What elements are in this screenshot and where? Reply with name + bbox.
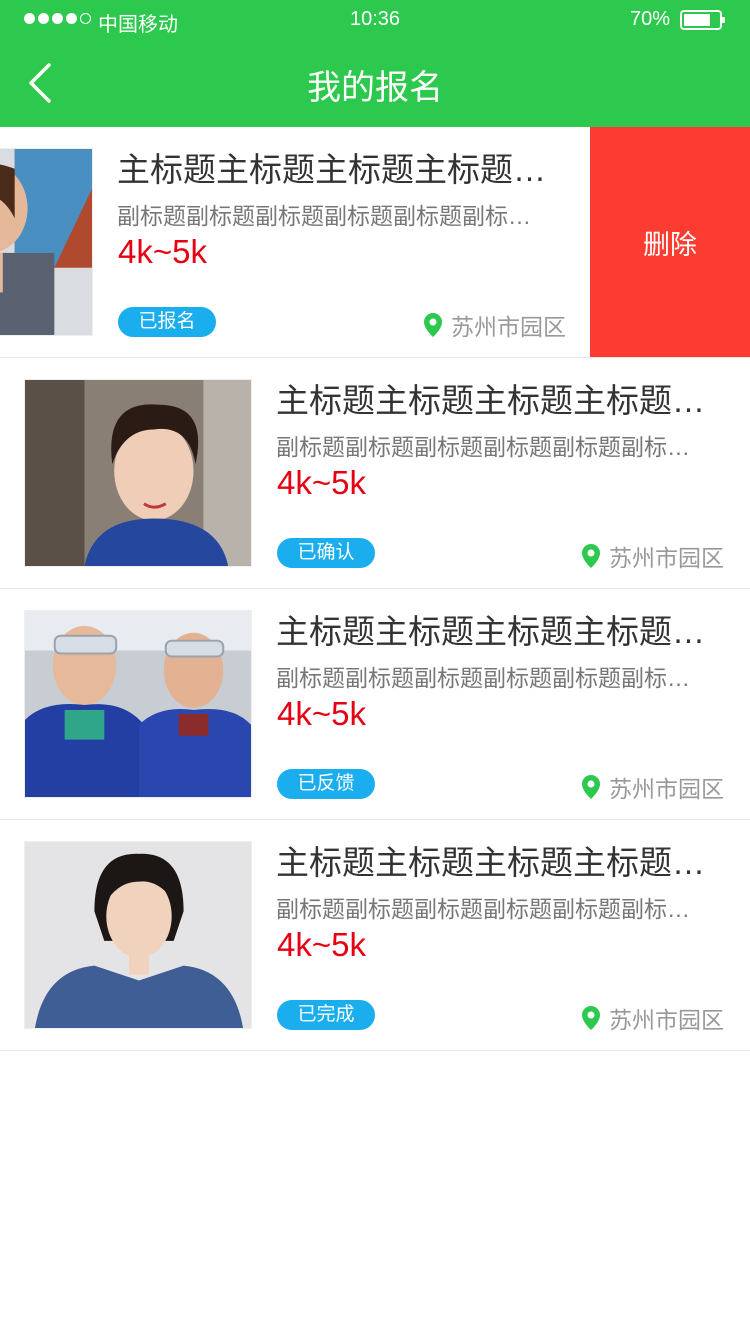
battery-percentage: 70% — [629, 8, 670, 30]
status-badge: 已确认 — [277, 538, 375, 568]
status-badge: 已完成 — [277, 1000, 375, 1030]
battery-icon — [680, 10, 725, 30]
job-salary: 4k~5k — [118, 233, 207, 270]
list-item[interactable]: 主标题主标题主标题主标题主标题 副标题副标题副标题副标题副标题副标题副标题 4k… — [0, 589, 750, 820]
job-thumbnail — [24, 841, 252, 1029]
job-title: 主标题主标题主标题主标题主标题 — [276, 382, 706, 419]
location-text: 苏州市园区 — [609, 545, 724, 571]
page-title: 我的报名 — [307, 69, 443, 107]
status-badge: 已报名 — [118, 307, 216, 337]
status-badge: 已反馈 — [277, 769, 375, 799]
nav-bar: 我的报名 — [0, 40, 750, 127]
job-title: 主标题主标题主标题主标题主标题 — [276, 613, 706, 650]
job-salary: 4k~5k — [277, 926, 366, 963]
location: 苏州市园区 — [581, 770, 724, 804]
location: 苏州市园区 — [581, 1001, 724, 1035]
job-thumbnail — [0, 148, 93, 336]
list-item[interactable]: 主标题主标题主标题主标题主标题 副标题副标题副标题副标题副标题副标题副标题 4k… — [0, 358, 750, 589]
delete-button[interactable]: 删除 — [590, 127, 750, 357]
location: 苏州市园区 — [423, 308, 566, 342]
registration-list: 主标题主标题主标题主标题主标题 副标题副标题副标题副标题副标题副标题副标题 4k… — [0, 127, 750, 1051]
location: 苏州市园区 — [581, 539, 724, 573]
location-pin-icon — [424, 313, 442, 337]
status-bar: 中国移动 10:36 70% — [0, 0, 750, 40]
location-text: 苏州市园区 — [609, 776, 724, 802]
app-header: 中国移动 10:36 70% 我的报名 — [0, 0, 750, 127]
job-thumbnail — [24, 379, 252, 567]
job-subtitle: 副标题副标题副标题副标题副标题副标题副标题 — [276, 896, 706, 922]
job-thumbnail — [24, 610, 252, 798]
location-text: 苏州市园区 — [451, 314, 566, 340]
job-subtitle: 副标题副标题副标题副标题副标题副标题副标题 — [117, 203, 547, 229]
job-salary: 4k~5k — [277, 695, 366, 732]
job-salary: 4k~5k — [277, 464, 366, 501]
job-subtitle: 副标题副标题副标题副标题副标题副标题副标题 — [276, 665, 706, 691]
list-item[interactable]: 主标题主标题主标题主标题主标题 副标题副标题副标题副标题副标题副标题副标题 4k… — [0, 820, 750, 1051]
job-subtitle: 副标题副标题副标题副标题副标题副标题副标题 — [276, 434, 706, 460]
job-title: 主标题主标题主标题主标题主标题 — [276, 844, 706, 881]
list-item[interactable]: 主标题主标题主标题主标题主标题 副标题副标题副标题副标题副标题副标题副标题 4k… — [0, 127, 750, 358]
location-pin-icon — [582, 1006, 600, 1030]
job-title: 主标题主标题主标题主标题主标题 — [117, 151, 547, 188]
location-text: 苏州市园区 — [609, 1007, 724, 1033]
location-pin-icon — [582, 544, 600, 568]
location-pin-icon — [582, 775, 600, 799]
